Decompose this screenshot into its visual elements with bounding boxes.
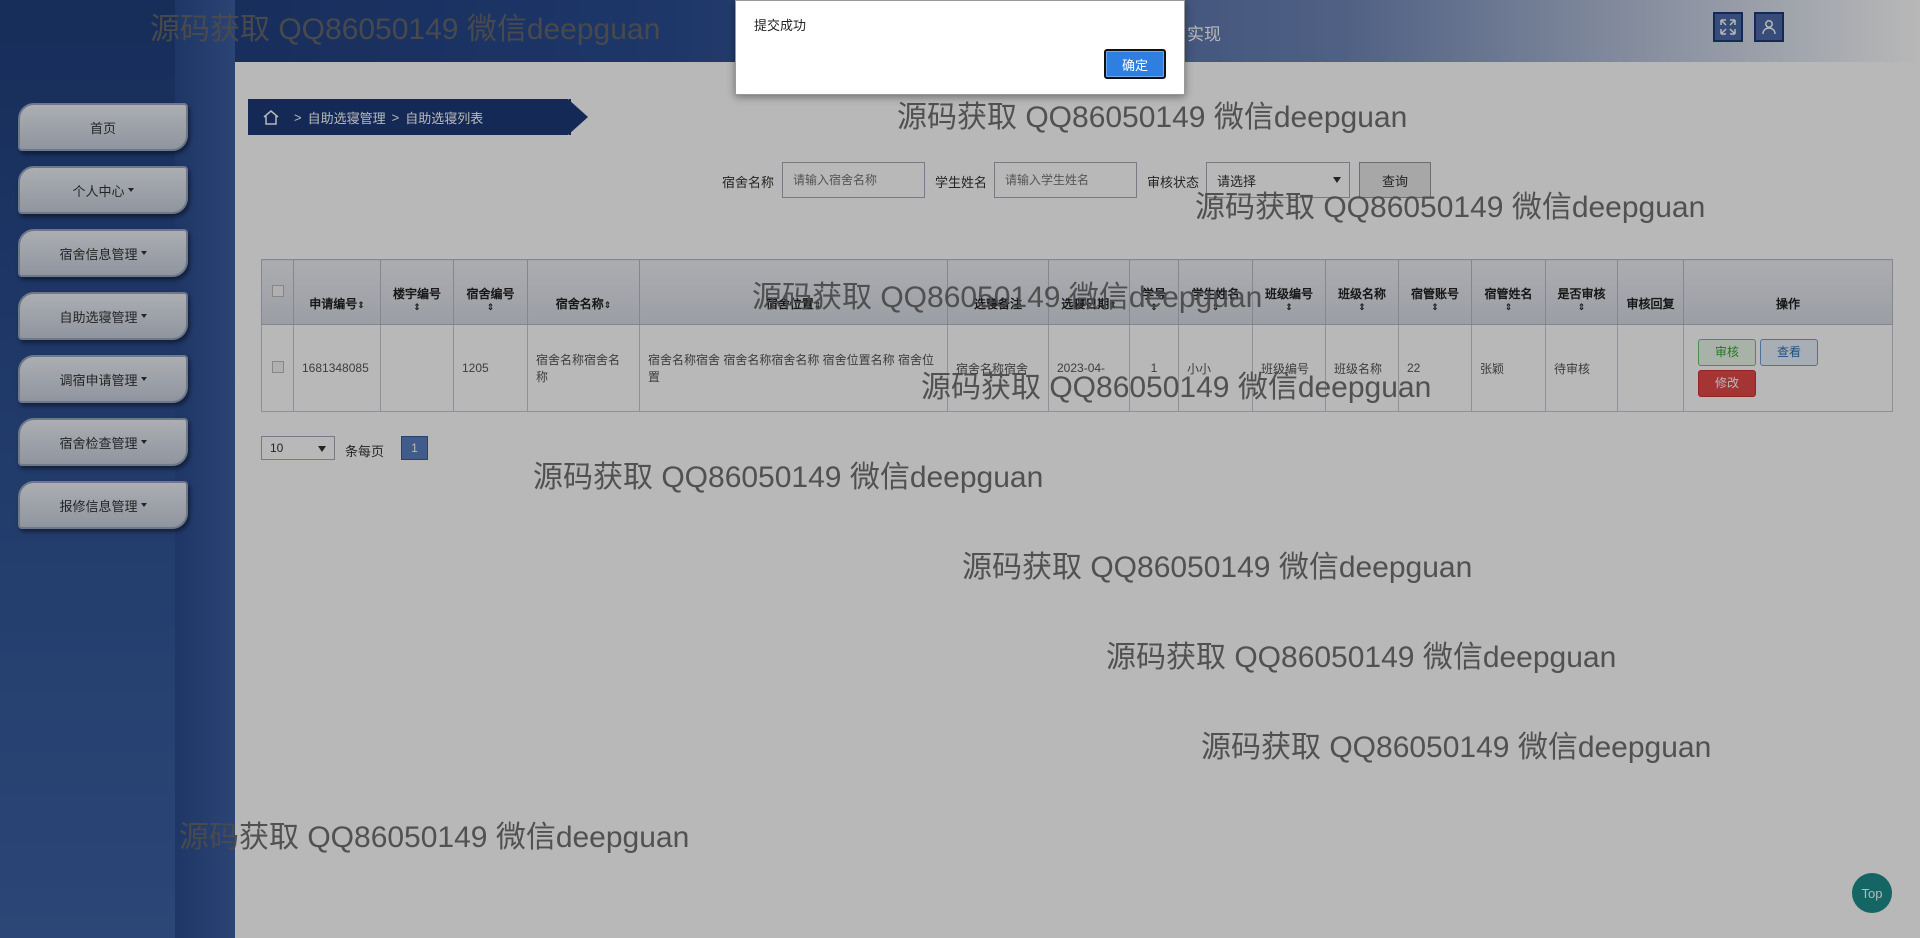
ok-button[interactable]: 确定 — [1104, 49, 1166, 79]
watermark: 源码获取 QQ86050149 微信deepguan — [1201, 731, 1712, 764]
watermark: 源码获取 QQ86050149 微信deepguan — [962, 551, 1473, 584]
watermark: 源码获取 QQ86050149 微信deepguan — [752, 281, 1263, 314]
alert-dialog: 提交成功 确定 — [735, 0, 1185, 95]
watermark: 源码获取 QQ86050149 微信deepguan — [179, 821, 690, 854]
watermark: 源码获取 QQ86050149 微信deepguan — [533, 461, 1044, 494]
alert-message: 提交成功 — [754, 18, 807, 33]
watermark: 源码获取 QQ86050149 微信deepguan — [1106, 641, 1617, 674]
watermark: 源码获取 QQ86050149 微信deepguan — [150, 13, 661, 46]
watermark: 源码获取 QQ86050149 微信deepguan — [1195, 191, 1706, 224]
watermark: 源码获取 QQ86050149 微信deepguan — [897, 101, 1408, 134]
watermark: 源码获取 QQ86050149 微信deepguan — [921, 371, 1432, 404]
